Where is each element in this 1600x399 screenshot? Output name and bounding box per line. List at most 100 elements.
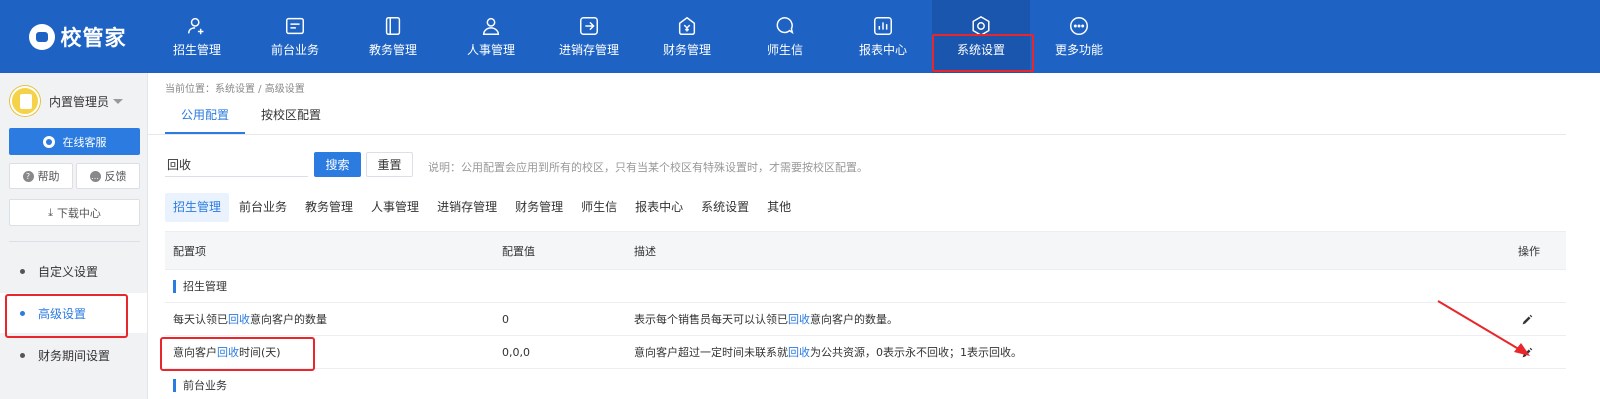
user-menu[interactable]: 内置管理员 bbox=[10, 86, 124, 116]
report-icon bbox=[874, 17, 892, 35]
nav-label: 人事管理 bbox=[466, 43, 515, 57]
group-label: 招生管理 bbox=[173, 280, 227, 293]
reset-button[interactable]: 重置 bbox=[366, 152, 413, 177]
search-input[interactable] bbox=[165, 153, 308, 177]
nav-item-messaging[interactable]: 师生信 bbox=[736, 0, 834, 73]
column-header-item: 配置项 bbox=[173, 245, 206, 258]
online-service-button[interactable]: 在线客服 bbox=[9, 128, 140, 155]
category-tab-messaging[interactable]: 师生信 bbox=[573, 193, 625, 222]
user-name: 内置管理员 bbox=[49, 94, 110, 109]
nav-item-reports[interactable]: 报表中心 bbox=[834, 0, 932, 73]
online-service-label: 在线客服 bbox=[62, 135, 107, 149]
sidebar-item-finance-period[interactable]: 财务期间设置 bbox=[0, 335, 147, 375]
group-label: 前台业务 bbox=[173, 379, 227, 392]
category-tabs: 招生管理 前台业务 教务管理 人事管理 进销存管理 财务管理 师生信 报表中心 … bbox=[165, 193, 799, 222]
nav-item-inventory[interactable]: 进销存管理 bbox=[540, 0, 638, 73]
config-value-cell: 0,0,0 bbox=[502, 346, 530, 359]
table-group-row: 招生管理 bbox=[165, 270, 1567, 303]
category-tab-reports[interactable]: 报表中心 bbox=[627, 193, 691, 222]
tab-campus-config[interactable]: 按校区配置 bbox=[245, 97, 337, 134]
headset-icon bbox=[42, 135, 55, 148]
config-value-cell: 0 bbox=[502, 313, 509, 326]
sidebar-item-custom-settings[interactable]: 自定义设置 bbox=[0, 251, 147, 291]
keyword-highlight: 回收 bbox=[788, 346, 810, 359]
category-tab-academic[interactable]: 教务管理 bbox=[297, 193, 361, 222]
feedback-button[interactable]: … 反馈 bbox=[76, 163, 140, 189]
download-icon: ⤓ bbox=[48, 205, 53, 219]
main-nav: 招生管理 前台业务 教务管理 人事管理 进销存管理 财务管理 师生信 报表中心 bbox=[148, 0, 1128, 73]
help-row: ? 帮助 … 反馈 bbox=[9, 163, 140, 189]
config-hint: 说明：公用配置会应用到所有的校区，只有当某个校区有特殊设置时，才需要按校区配置。 bbox=[428, 161, 868, 174]
category-tab-finance[interactable]: 财务管理 bbox=[507, 193, 571, 222]
tab-public-config[interactable]: 公用配置 bbox=[165, 97, 246, 134]
category-tab-system[interactable]: 系统设置 bbox=[693, 193, 757, 222]
nav-item-more[interactable]: 更多功能 bbox=[1030, 0, 1128, 73]
category-tab-recruitment[interactable]: 招生管理 bbox=[165, 193, 230, 222]
nav-label: 教务管理 bbox=[368, 43, 417, 57]
download-center-button[interactable]: ⤓ 下载中心 bbox=[9, 199, 140, 226]
table-row[interactable]: 每天认领已回收意向客户的数量 0 表示每个销售员每天可以认领已回收意向客户的数量… bbox=[165, 303, 1567, 336]
table-header: 配置项 配置值 描述 操作 bbox=[165, 231, 1567, 270]
column-header-action: 操作 bbox=[1518, 245, 1540, 258]
table-row[interactable]: 意向客户回收时间(天) 0,0,0 意向客户超过一定时间未联系就回收为公共资源，… bbox=[160, 336, 1567, 371]
nav-item-finance[interactable]: 财务管理 bbox=[638, 0, 736, 73]
category-tab-hr[interactable]: 人事管理 bbox=[363, 193, 427, 222]
main-content: 当前位置：系统设置 / 高级设置 公用配置 按校区配置 搜索 重置 说明：公用配… bbox=[148, 73, 1600, 399]
config-desc-cell: 表示每个销售员每天可以认领已回收意向客户的数量。 bbox=[634, 313, 898, 326]
comment-icon: … bbox=[89, 170, 101, 182]
nav-item-system-settings[interactable]: 系统设置 bbox=[932, 0, 1030, 73]
nav-label: 师生信 bbox=[766, 43, 803, 57]
keyword-highlight: 回收 bbox=[788, 313, 810, 326]
user-add-icon bbox=[188, 17, 204, 35]
logo-text: 校管家 bbox=[60, 25, 127, 50]
config-tabs: 公用配置 按校区配置 bbox=[165, 97, 337, 134]
category-tab-inventory[interactable]: 进销存管理 bbox=[429, 193, 505, 222]
avatar bbox=[10, 86, 40, 116]
yen-bag-icon bbox=[678, 16, 696, 35]
logo-icon bbox=[28, 23, 55, 50]
nav-item-hr[interactable]: 人事管理 bbox=[442, 0, 540, 73]
top-navigation-bar: 校管家 招生管理 前台业务 教务管理 人事管理 进销存管理 财务管理 师生信 报… bbox=[0, 0, 1600, 73]
search-button[interactable]: 搜索 bbox=[314, 152, 361, 177]
sidebar-item-label: 高级设置 bbox=[38, 306, 87, 321]
feedback-label: 反馈 bbox=[104, 170, 127, 183]
nav-item-academic[interactable]: 教务管理 bbox=[344, 0, 442, 73]
nav-item-front-desk[interactable]: 前台业务 bbox=[246, 0, 344, 73]
scrollbar[interactable] bbox=[1566, 73, 1600, 399]
bullet-icon bbox=[20, 268, 25, 274]
config-item-cell: 意向客户回收时间(天) bbox=[173, 346, 281, 359]
column-header-value: 配置值 bbox=[502, 245, 535, 258]
app-logo[interactable]: 校管家 bbox=[0, 0, 155, 73]
help-label: 帮助 bbox=[37, 170, 60, 183]
nav-label: 招生管理 bbox=[172, 43, 221, 57]
sidebar: 内置管理员 在线客服 ? 帮助 … 反馈 ⤓ 下载中心 自定义设置 高级设置 财… bbox=[0, 73, 148, 399]
person-icon bbox=[482, 17, 500, 35]
help-button[interactable]: ? 帮助 bbox=[9, 163, 73, 189]
sidebar-item-label: 自定义设置 bbox=[38, 264, 99, 279]
keyword-highlight: 回收 bbox=[217, 346, 239, 359]
tabs-divider bbox=[148, 134, 1568, 135]
sidebar-divider bbox=[9, 241, 140, 242]
sidebar-item-advanced-settings[interactable]: 高级设置 bbox=[0, 293, 147, 338]
config-desc-cell: 意向客户超过一定时间未联系就回收为公共资源，0表示永不回收；1表示回收。 bbox=[634, 346, 1022, 359]
category-tab-other[interactable]: 其他 bbox=[759, 193, 799, 222]
config-item-cell: 每天认领已回收意向客户的数量 bbox=[173, 313, 327, 326]
nav-label: 进销存管理 bbox=[558, 43, 619, 57]
settings-icon bbox=[972, 15, 990, 37]
bullet-icon bbox=[20, 310, 25, 316]
nav-item-recruitment[interactable]: 招生管理 bbox=[148, 0, 246, 73]
download-label: 下载中心 bbox=[56, 206, 101, 220]
chat-bubble-icon bbox=[776, 17, 794, 35]
config-table: 配置项 配置值 描述 操作 招生管理 每天认领已回收意向客户的数量 0 表示每个… bbox=[160, 231, 1567, 399]
bullet-icon bbox=[20, 352, 25, 358]
nav-label: 财务管理 bbox=[662, 43, 711, 57]
more-icon bbox=[1070, 17, 1088, 35]
question-icon: ? bbox=[22, 170, 34, 182]
nav-label: 前台业务 bbox=[270, 43, 319, 57]
nav-label: 系统设置 bbox=[956, 43, 1005, 57]
category-tab-front-desk[interactable]: 前台业务 bbox=[231, 193, 295, 222]
red-arrow-annotation bbox=[1437, 300, 1530, 356]
nav-label: 更多功能 bbox=[1054, 43, 1103, 57]
nav-label: 报表中心 bbox=[858, 43, 907, 57]
table-group-row: 前台业务 bbox=[165, 369, 1567, 399]
